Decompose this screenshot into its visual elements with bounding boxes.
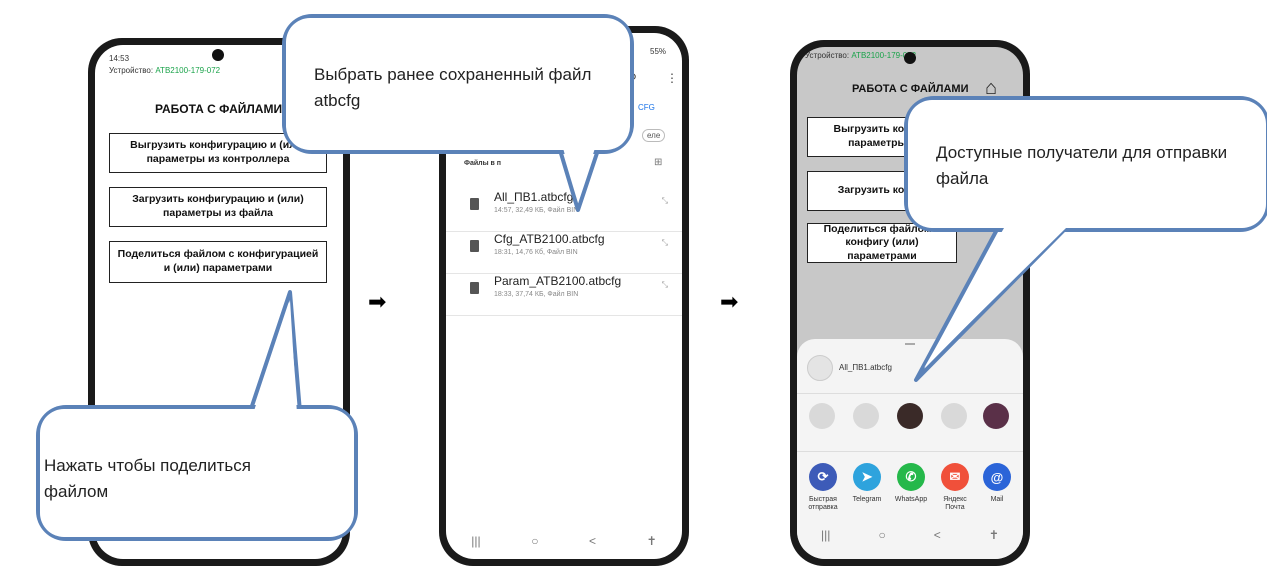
back-button[interactable]: <	[934, 528, 941, 542]
expand-icon[interactable]: ⤡	[662, 196, 668, 206]
sort-chip[interactable]: еле	[642, 129, 666, 142]
expand-icon[interactable]: ⤡	[662, 238, 668, 248]
whatsapp-icon[interactable]: ✆	[897, 463, 925, 491]
file-name: Cfg_ATB2100.atbcfg	[494, 232, 605, 246]
callout-3: Доступные получатели для отправки файла	[904, 96, 1267, 232]
contact-avatar[interactable]	[809, 403, 835, 429]
file-meta: 18:31, 14,76 Кб, Файл BIN	[494, 249, 578, 256]
status-time: 14:53	[109, 54, 130, 63]
home-button[interactable]: ○	[878, 528, 885, 542]
accessibility-icon[interactable]: ✝	[989, 528, 999, 542]
file-name: Param_ATB2100.atbcfg	[494, 274, 622, 288]
file-row[interactable]: All_ПВ1.atbcfg 14:57, 32,49 КБ, Файл BIN…	[446, 190, 682, 230]
file-icon	[470, 198, 479, 210]
callout-1: Нажать чтобы поделиться файлом	[36, 405, 358, 541]
quick-share-icon[interactable]: ⟳	[809, 463, 837, 491]
telegram-icon[interactable]: ➤	[853, 463, 881, 491]
accessibility-icon[interactable]: ✝	[647, 534, 657, 548]
camera-icon	[904, 52, 916, 64]
app-label-yandex-mail: Яндекс Почта	[943, 496, 967, 512]
callout-2-text: Выбрать ранее сохраненный файл atbcfg	[314, 65, 592, 110]
nav-bar: ||| ○ < ✝	[797, 521, 1023, 549]
expand-icon[interactable]: ⤡	[662, 280, 668, 290]
app-label-whatsapp: WhatsApp	[894, 496, 928, 503]
recent-apps-button[interactable]: |||	[471, 534, 480, 548]
flow-arrow: ➡	[720, 289, 739, 314]
page-title: РАБОТА С ФАЙЛАМИ	[155, 102, 283, 116]
mail-icon[interactable]: @	[983, 463, 1011, 491]
share-file-button[interactable]: Поделиться файлом с конфигурацией и (или…	[109, 241, 327, 283]
back-button[interactable]: <	[589, 534, 596, 548]
more-menu-icon[interactable]: ⋮	[666, 71, 678, 85]
filter-chip-cfg[interactable]: CFG	[638, 103, 655, 112]
home-button[interactable]: ○	[531, 534, 538, 548]
file-name: All_ПВ1.atbcfg	[494, 190, 574, 204]
sheet-divider	[797, 393, 1023, 394]
file-row[interactable]: Param_ATB2100.atbcfg 18:33, 37,74 КБ, Фа…	[446, 273, 682, 316]
contact-avatar[interactable]	[853, 403, 879, 429]
callout-1-text: Нажать чтобы поделиться файлом	[44, 456, 251, 501]
device-label: Устройство: ATB2100-179-072	[109, 66, 221, 75]
contact-avatar[interactable]	[897, 403, 923, 429]
file-meta: 18:33, 37,74 КБ, Файл BIN	[494, 291, 579, 298]
share-sheet: All_ПВ1.atbcfg ⟳ ➤ ✆ ✉ @ Быстрая отправк…	[797, 339, 1023, 559]
device-label: Устройство: ATB2100-179-072	[805, 51, 917, 60]
file-icon	[470, 240, 479, 252]
contacts-divider	[797, 451, 1023, 452]
page-title: РАБОТА С ФАЙЛАМИ	[852, 83, 969, 95]
shared-file-thumb	[807, 355, 833, 381]
camera-icon	[212, 49, 224, 61]
app-label-telegram: Telegram	[852, 496, 882, 503]
shared-file-name: All_ПВ1.atbcfg	[839, 363, 892, 372]
callout-3-text: Доступные получатели для отправки файла	[936, 143, 1228, 188]
recent-apps-button[interactable]: |||	[821, 528, 830, 542]
contact-avatar[interactable]	[983, 403, 1009, 429]
file-row[interactable]: Cfg_ATB2100.atbcfg 18:31, 14,76 Кб, Файл…	[446, 231, 682, 274]
battery-status: 55%	[650, 47, 667, 56]
file-icon	[470, 282, 479, 294]
app-label-quick-share: Быстрая отправка	[808, 496, 838, 512]
app-label-mail: Mail	[990, 496, 1004, 503]
file-meta: 14:57, 32,49 КБ, Файл BIN	[494, 207, 579, 214]
contact-avatar[interactable]	[941, 403, 967, 429]
yandex-mail-icon[interactable]: ✉	[941, 463, 969, 491]
nav-bar: ||| ○ < ✝	[446, 527, 682, 555]
sheet-handle	[905, 343, 915, 345]
section-label: Файлы в п	[464, 160, 502, 167]
flow-arrow: ➡	[368, 289, 387, 314]
list-divider	[446, 315, 682, 316]
grid-view-icon[interactable]: ⊞	[654, 157, 662, 168]
callout-2: Выбрать ранее сохраненный файл atbcfg	[282, 14, 634, 154]
import-config-button[interactable]: Загрузить конфигурацию и (или) параметры…	[109, 187, 327, 227]
